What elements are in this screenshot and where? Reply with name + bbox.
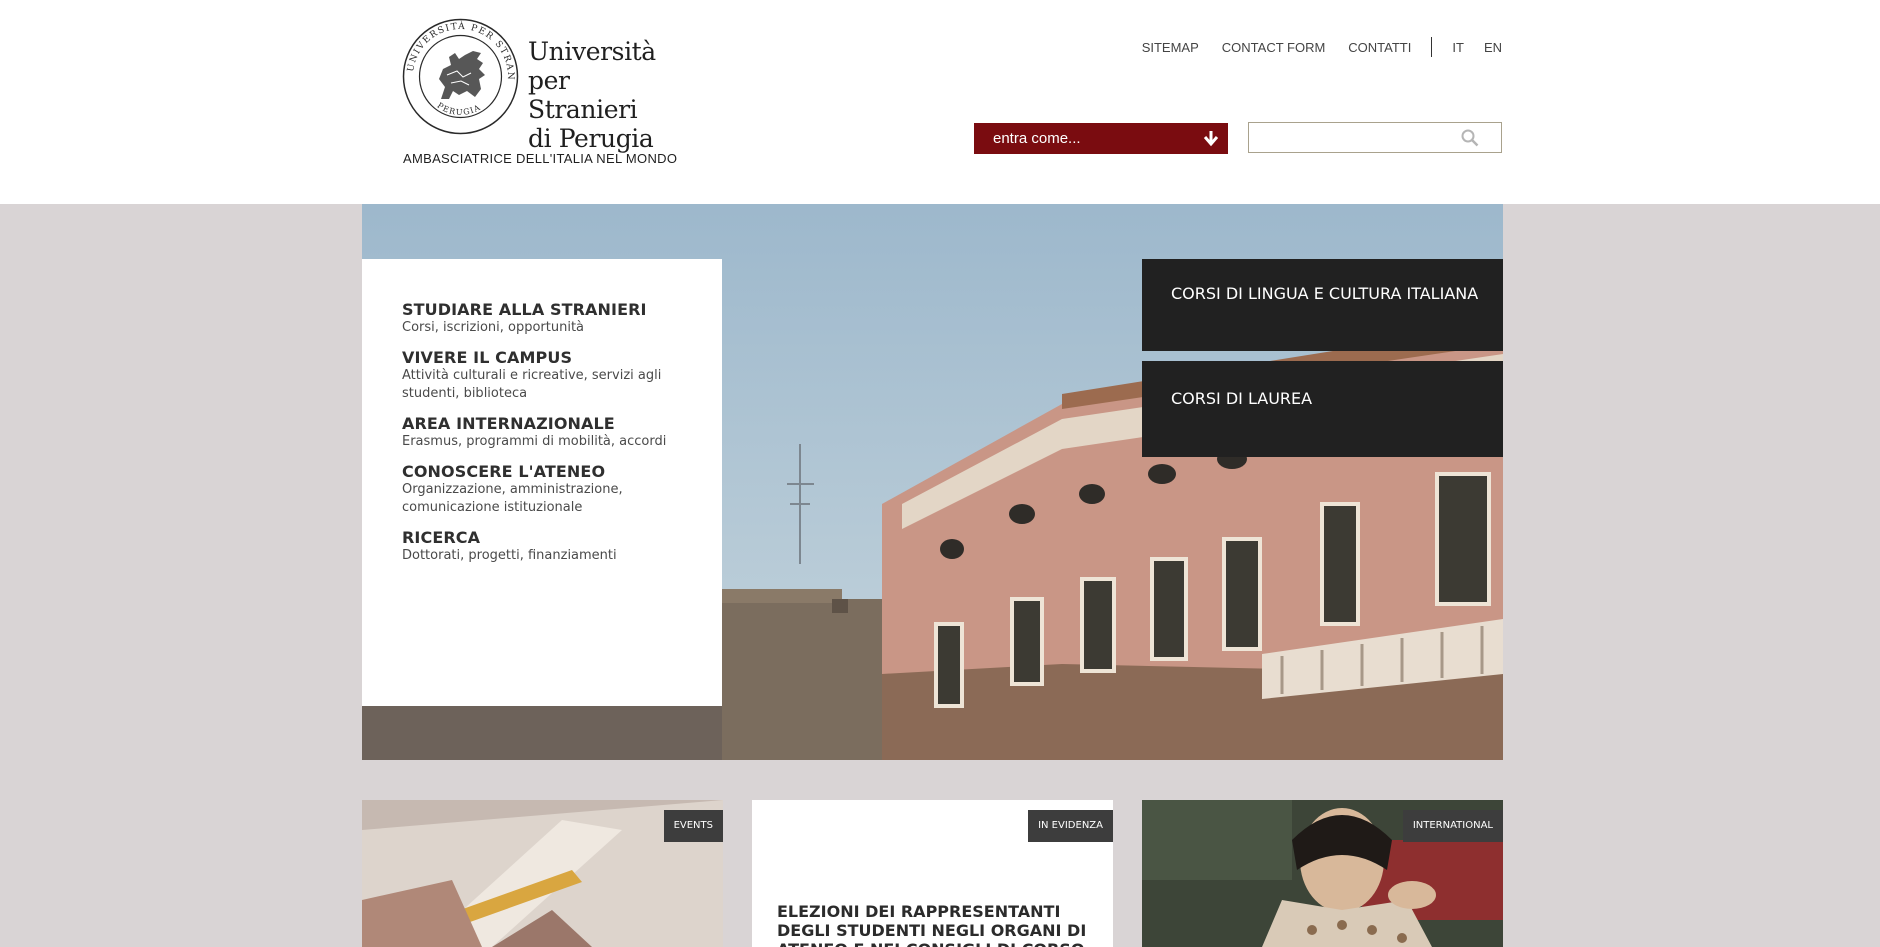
menu-item-title: RICERCA <box>402 528 481 547</box>
site-header: UNIVERSITÀ PER STRANIERI PERUGIA Univers… <box>0 0 1880 204</box>
search-box <box>1248 122 1502 153</box>
menu-item-campus[interactable]: VIVERE IL CAMPUS Attività culturali e ri… <box>402 348 702 403</box>
language-en-link[interactable]: EN <box>1484 40 1502 55</box>
nav-divider <box>1431 37 1433 57</box>
main-menu-panel: STUDIARE ALLA STRANIERI Corsi, iscrizion… <box>362 259 722 706</box>
university-logo[interactable]: UNIVERSITÀ PER STRANIERI PERUGIA Univers… <box>401 17 677 172</box>
university-name-line: per Stranieri <box>528 66 638 124</box>
search-input[interactable] <box>1255 127 1455 148</box>
enter-as-label: entra come... <box>993 130 1081 147</box>
enter-as-dropdown[interactable]: entra come... <box>974 123 1228 154</box>
menu-item-ateneo[interactable]: CONOSCERE L'ATENEO Organizzazione, ammin… <box>402 462 702 517</box>
menu-item-title: STUDIARE ALLA STRANIERI <box>402 300 647 319</box>
language-it-link[interactable]: IT <box>1452 40 1464 55</box>
events-tag[interactable]: EVENTS <box>663 810 723 842</box>
menu-item-internazionale[interactable]: AREA INTERNAZIONALE Erasmus, programmi d… <box>402 414 702 451</box>
arrow-down-icon <box>1203 131 1219 147</box>
university-name: Università per Stranieri di Perugia <box>528 37 678 153</box>
university-seal-icon: UNIVERSITÀ PER STRANIERI PERUGIA <box>401 17 519 135</box>
events-card[interactable]: EVENTS <box>362 800 723 947</box>
university-name-line: Università <box>528 37 656 66</box>
menu-item-description: Erasmus, programmi di mobilità, accordi <box>402 434 667 449</box>
hero-banner: STUDIARE ALLA STRANIERI Corsi, iscrizion… <box>362 204 1503 760</box>
news-headline[interactable]: ELEZIONI DEI RAPPRESENTANTI DEGLI STUDEN… <box>777 902 1097 947</box>
international-card[interactable]: INTERNATIONAL <box>1142 800 1503 947</box>
university-tagline: AMBASCIATRICE DELL'ITALIA NEL MONDO <box>403 151 678 166</box>
menu-item-title: VIVERE IL CAMPUS <box>402 348 573 367</box>
menu-item-description: Corsi, iscrizioni, opportunità <box>402 320 585 335</box>
contatti-link[interactable]: CONTATTI <box>1348 40 1411 55</box>
menu-item-description: Organizzazione, amministrazione, comunic… <box>402 482 623 515</box>
sitemap-link[interactable]: SITEMAP <box>1142 40 1199 55</box>
in-evidenza-card[interactable]: IN EVIDENZA ELEZIONI DEI RAPPRESENTANTI … <box>752 800 1113 947</box>
contact-form-link[interactable]: CONTACT FORM <box>1222 40 1326 55</box>
in-evidenza-tag[interactable]: IN EVIDENZA <box>1028 810 1113 842</box>
menu-item-title: AREA INTERNAZIONALE <box>402 414 615 433</box>
menu-item-description: Attività culturali e ricreative, servizi… <box>402 368 662 401</box>
menu-item-ricerca[interactable]: RICERCA Dottorati, progetti, finanziamen… <box>402 528 702 565</box>
menu-item-title: CONOSCERE L'ATENEO <box>402 462 606 481</box>
search-icon[interactable] <box>1461 129 1479 147</box>
international-tag[interactable]: INTERNATIONAL <box>1402 810 1503 842</box>
top-navigation: SITEMAP CONTACT FORM CONTATTI IT EN <box>1119 37 1502 57</box>
corsi-lingua-button[interactable]: CORSI DI LINGUA E CULTURA ITALIANA <box>1142 259 1503 351</box>
corsi-laurea-button[interactable]: CORSI DI LAUREA <box>1142 361 1503 457</box>
menu-item-description: Dottorati, progetti, finanziamenti <box>402 548 617 563</box>
menu-item-studiare[interactable]: STUDIARE ALLA STRANIERI Corsi, iscrizion… <box>402 300 702 337</box>
university-name-line: di Perugia <box>528 124 654 153</box>
